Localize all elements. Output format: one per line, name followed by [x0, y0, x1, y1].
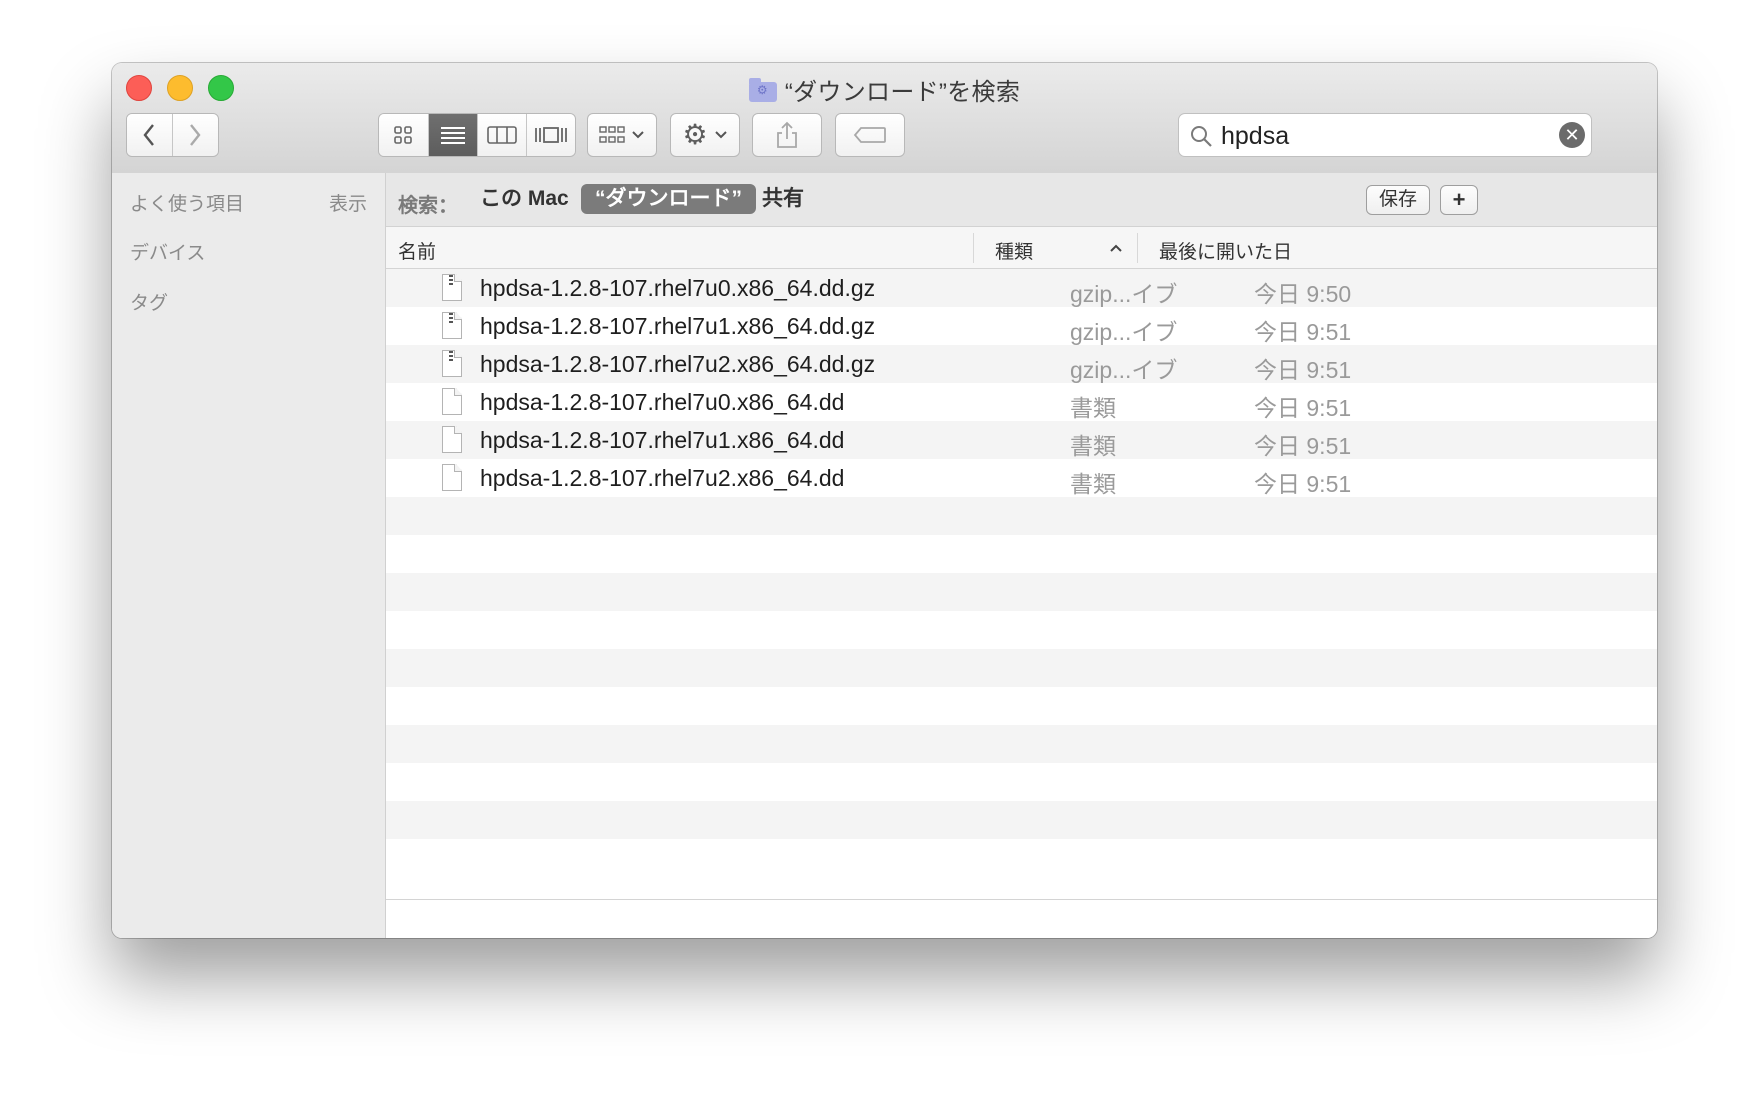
save-search-button[interactable]: 保存: [1366, 185, 1430, 215]
chevron-down-icon: [714, 131, 727, 139]
file-row[interactable]: hpdsa-1.2.8-107.rhel7u2.x86_64.dd 書類 今日 9:…: [386, 459, 1657, 497]
sidebar-section-tags[interactable]: タグ: [130, 288, 168, 315]
clear-search-icon[interactable]: ✕: [1559, 122, 1585, 148]
empty-row: [386, 763, 1657, 801]
search-icon: [1191, 126, 1212, 147]
window-title: “ダウンロード”を検索: [112, 72, 1657, 107]
sidebar-section-favorites[interactable]: よく使う項目: [130, 189, 244, 216]
column-divider[interactable]: [1137, 233, 1138, 263]
file-name: hpdsa-1.2.8-107.rhel7u0.x86_64.dd: [480, 389, 845, 415]
column-kind-header[interactable]: 種類: [995, 237, 1033, 264]
file-date: 今日 9:51: [1254, 319, 1352, 345]
zipper-icon: [449, 351, 453, 363]
status-bar-divider: [386, 899, 1657, 900]
chevron-down-icon: [632, 131, 644, 139]
empty-row: [386, 839, 1657, 877]
file-kind: gzip...イブ: [1070, 319, 1178, 345]
file-name: hpdsa-1.2.8-107.rhel7u0.x86_64.dd.gz: [480, 275, 876, 301]
file-date: 今日 9:51: [1254, 433, 1352, 459]
column-header: 名前 種類 最後に開いた日: [386, 227, 1657, 269]
file-row[interactable]: hpdsa-1.2.8-107.rhel7u0.x86_64.dd 書類 今日 9:…: [386, 383, 1657, 421]
action-button[interactable]: ⚙: [670, 113, 740, 157]
file-list: hpdsa-1.2.8-107.rhel7u0.x86_64.dd.gzgzip…: [386, 269, 1657, 877]
search-input[interactable]: [1219, 120, 1543, 152]
zipper-icon: [449, 275, 453, 287]
empty-row: [386, 725, 1657, 763]
file-date: 今日 9:51: [1254, 357, 1352, 383]
empty-row: [386, 687, 1657, 725]
tag-button[interactable]: [835, 113, 905, 157]
file-row[interactable]: hpdsa-1.2.8-107.rhel7u2.x86_64.dd.gz gzip…: [386, 345, 1657, 383]
file-name: hpdsa-1.2.8-107.rhel7u1.x86_64.dd.gz: [480, 313, 876, 339]
document-file-icon: [442, 388, 462, 415]
cover-flow-icon: [534, 127, 567, 143]
file-kind: gzip...イブ: [1070, 357, 1178, 383]
arrange-grid-icon: [599, 126, 625, 143]
sort-ascending-icon: [1110, 244, 1122, 252]
file-kind: gzip...イブ: [1070, 281, 1178, 307]
search-field[interactable]: ✕: [1178, 113, 1592, 157]
file-date: 今日 9:51: [1254, 395, 1352, 421]
file-kind: 書類: [1070, 395, 1116, 421]
empty-row: [386, 611, 1657, 649]
back-button[interactable]: [127, 114, 173, 156]
file-kind: 書類: [1070, 471, 1116, 497]
empty-row: [386, 801, 1657, 839]
icon-view-button[interactable]: [379, 114, 429, 156]
search-scope-bar: 検索： この Mac “ダウンロード” 共有 保存 +: [386, 173, 1657, 227]
file-name: hpdsa-1.2.8-107.rhel7u2.x86_64.dd.gz: [480, 351, 876, 377]
finder-window: “ダウンロード”を検索: [112, 63, 1657, 938]
column-view-button[interactable]: [478, 114, 527, 156]
empty-row: [386, 497, 1657, 535]
zipper-icon: [449, 313, 453, 325]
file-row[interactable]: hpdsa-1.2.8-107.rhel7u0.x86_64.dd.gz gzip…: [386, 269, 1657, 307]
icon-view-icon: [394, 126, 413, 144]
main-content: 検索： この Mac “ダウンロード” 共有 保存 + 名前 種類 最後に開いた…: [386, 173, 1657, 938]
share-icon: [777, 121, 797, 148]
column-view-icon: [486, 126, 517, 144]
scope-shared[interactable]: 共有: [762, 184, 804, 214]
column-date-header[interactable]: 最後に開いた日: [1159, 237, 1292, 264]
window-title-text: “ダウンロード”を検索: [784, 79, 1021, 106]
navigation-buttons: [126, 113, 219, 157]
scope-label: 検索：: [398, 195, 458, 217]
sidebar: よく使う項目 表示 デバイス タグ: [112, 173, 386, 938]
titlebar: “ダウンロード”を検索: [112, 63, 1657, 174]
smart-folder-icon: [748, 78, 777, 102]
chevron-right-icon: [190, 124, 201, 146]
file-name: hpdsa-1.2.8-107.rhel7u1.x86_64.dd: [480, 427, 845, 453]
file-kind: 書類: [1070, 433, 1116, 459]
file-row[interactable]: hpdsa-1.2.8-107.rhel7u1.x86_64.dd 書類 今日 9:…: [386, 421, 1657, 459]
list-view-button[interactable]: [428, 114, 478, 156]
empty-row: [386, 649, 1657, 687]
file-row[interactable]: hpdsa-1.2.8-107.rhel7u1.x86_64.dd.gz gzip…: [386, 307, 1657, 345]
file-date: 今日 9:50: [1254, 281, 1352, 307]
scope-this-mac[interactable]: この Mac: [480, 184, 569, 214]
tag-icon: [853, 127, 886, 143]
document-file-icon: [442, 426, 462, 453]
chevron-left-icon: [143, 124, 155, 146]
cover-flow-view-button[interactable]: [526, 114, 575, 156]
empty-row: [386, 573, 1657, 611]
document-file-icon: [442, 464, 462, 491]
arrange-button[interactable]: [587, 113, 657, 157]
column-divider[interactable]: [973, 233, 974, 263]
view-mode-control: [378, 113, 576, 157]
file-date: 今日 9:51: [1254, 471, 1352, 497]
list-view-icon: [440, 127, 465, 144]
share-button[interactable]: [752, 113, 822, 157]
add-criteria-button[interactable]: +: [1440, 185, 1478, 215]
sidebar-section-devices[interactable]: デバイス: [130, 238, 205, 265]
empty-row: [386, 535, 1657, 573]
file-name: hpdsa-1.2.8-107.rhel7u2.x86_64.dd: [480, 465, 845, 491]
gear-icon: ⚙: [682, 119, 708, 150]
forward-button[interactable]: [172, 114, 218, 156]
column-name-header[interactable]: 名前: [398, 237, 436, 264]
sidebar-show-button[interactable]: 表示: [329, 189, 367, 216]
scope-downloads[interactable]: “ダウンロード”: [581, 184, 756, 214]
